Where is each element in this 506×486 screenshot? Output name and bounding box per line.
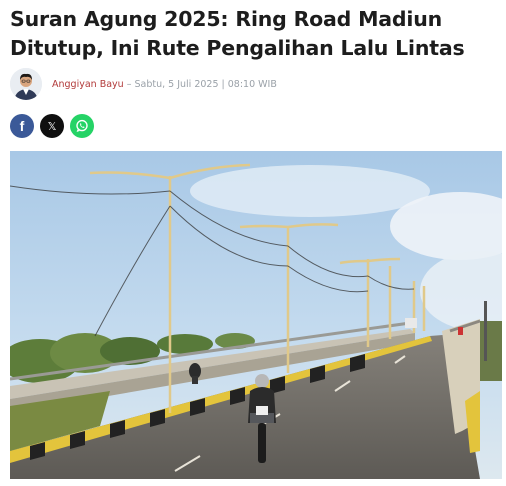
flyover-photo <box>10 151 502 479</box>
article-meta: Anggiyan Bayu – Sabtu, 5 Juli 2025 | 08:… <box>52 79 277 90</box>
article-byline: Anggiyan Bayu – Sabtu, 5 Juli 2025 | 08:… <box>10 67 277 101</box>
article-photo[interactable] <box>10 151 502 479</box>
whatsapp-share-button[interactable] <box>70 114 94 138</box>
whatsapp-icon <box>76 119 88 132</box>
facebook-icon: f <box>19 118 25 134</box>
x-icon: 𝕏 <box>47 119 57 133</box>
facebook-share-button[interactable]: f <box>10 114 34 138</box>
x-share-button[interactable]: 𝕏 <box>40 114 64 138</box>
share-bar: f 𝕏 <box>10 114 94 138</box>
publish-date: Sabtu, 5 Juli 2025 | 08:10 WIB <box>134 78 277 90</box>
article-title: Suran Agung 2025: Ring Road Madiun Ditut… <box>10 7 465 60</box>
meta-separator: – <box>123 78 135 90</box>
author-name[interactable]: Anggiyan Bayu <box>52 79 124 90</box>
author-avatar[interactable] <box>10 68 42 100</box>
